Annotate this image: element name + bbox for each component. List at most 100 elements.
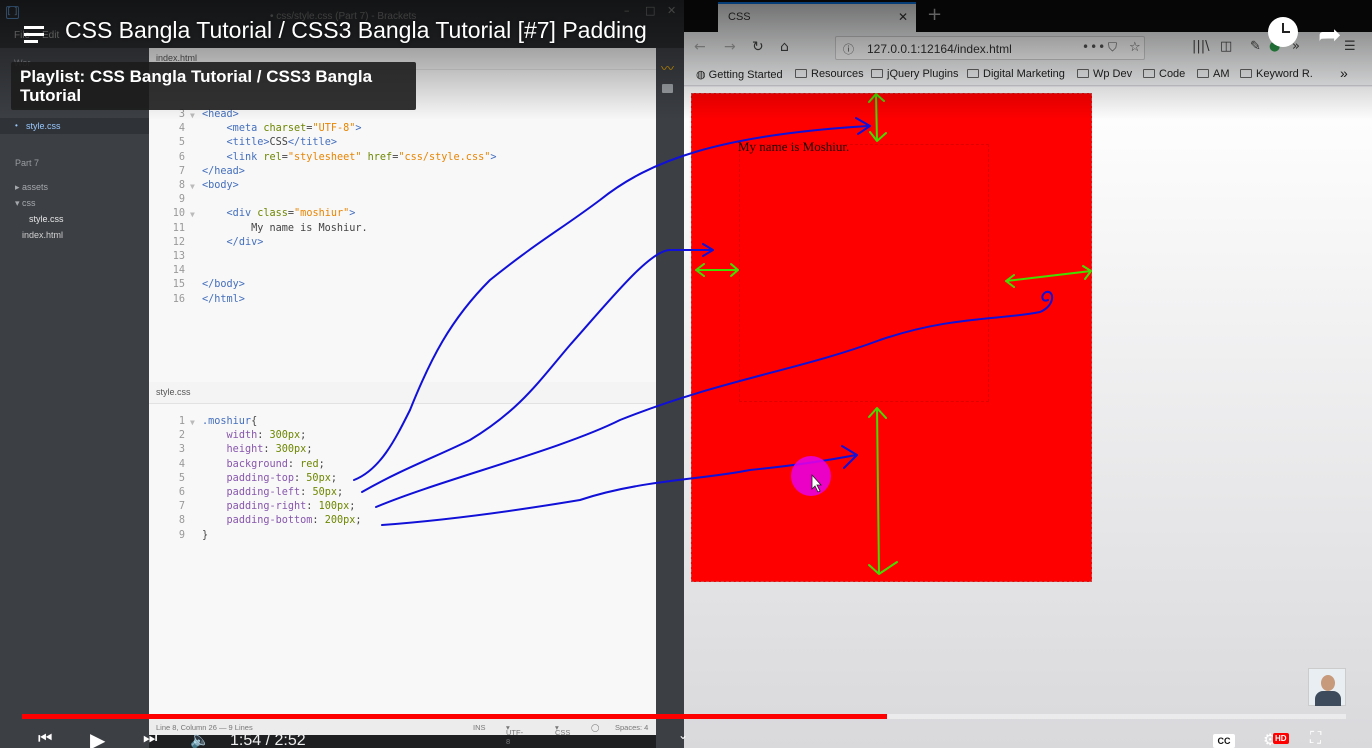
working-file-item[interactable]: • style.css bbox=[0, 118, 149, 134]
maximize-icon[interactable]: □ bbox=[645, 4, 655, 17]
minimize-icon[interactable]: – bbox=[624, 4, 630, 17]
tree-file-index-html[interactable]: index.html bbox=[22, 230, 63, 240]
code-line[interactable]: <link rel="stylesheet" href="css/style.c… bbox=[202, 151, 497, 165]
code-line[interactable]: <title>CSS</title> bbox=[202, 136, 337, 150]
volume-icon[interactable]: 🔈 bbox=[190, 730, 210, 748]
bookmark-code[interactable]: Code bbox=[1143, 68, 1185, 80]
bookmark-wp-dev[interactable]: Wp Dev bbox=[1077, 68, 1132, 80]
code-line[interactable]: padding-bottom: 200px; bbox=[202, 514, 362, 528]
folder-icon bbox=[1197, 69, 1209, 78]
more-bookmarks-icon[interactable]: » bbox=[1340, 65, 1348, 81]
forward-icon[interactable]: → bbox=[724, 39, 736, 55]
brackets-app-icon: [ ] bbox=[6, 6, 19, 19]
line-number: 9 bbox=[178, 194, 185, 206]
code-line[interactable]: </body> bbox=[202, 278, 245, 292]
page-viewport: My name is Moshiur. bbox=[684, 87, 1372, 748]
code-line[interactable]: .moshiur{ bbox=[202, 415, 257, 429]
progress-bar[interactable] bbox=[22, 714, 1346, 719]
fold-toggle-icon[interactable]: ▼ bbox=[190, 416, 195, 430]
code-line[interactable]: </html> bbox=[202, 293, 245, 307]
bookmark-am[interactable]: AM bbox=[1197, 68, 1230, 80]
code-line[interactable]: } bbox=[202, 529, 208, 543]
code-line[interactable]: My name is Moshiur. bbox=[202, 222, 368, 236]
bookmark-resources[interactable]: Resources bbox=[795, 68, 864, 80]
code-line[interactable]: <meta charset="UTF-8"> bbox=[202, 122, 362, 136]
line-number: 7 bbox=[178, 165, 185, 177]
pocket-icon[interactable]: ⛉ bbox=[1108, 40, 1117, 55]
bookmark-digital-marketing[interactable]: Digital Marketing bbox=[967, 68, 1065, 80]
video-title[interactable]: CSS Bangla Tutorial / CSS3 Bangla Tutori… bbox=[65, 17, 647, 44]
fold-toggle-icon[interactable]: ▼ bbox=[190, 109, 195, 123]
library-icon[interactable]: |||\ bbox=[1192, 39, 1210, 54]
back-icon[interactable]: ← bbox=[694, 39, 706, 55]
css-editor-pane[interactable]: style.css 1 ▼ .moshiur{2 width: 300px; 3 he… bbox=[149, 382, 656, 717]
hamburger-menu-icon[interactable]: ☰ bbox=[1344, 39, 1356, 54]
sidebar-icon[interactable]: ◫ bbox=[1220, 39, 1232, 54]
line-number: 4 bbox=[178, 458, 185, 470]
captions-button[interactable]: CC bbox=[1213, 734, 1235, 748]
next-icon[interactable]: ⏭ bbox=[143, 730, 157, 748]
live-preview-icon[interactable]: 〰 bbox=[661, 58, 674, 77]
bookmark-getting-started[interactable]: ◍ Getting Started bbox=[696, 68, 783, 81]
line-number: 11 bbox=[172, 222, 185, 234]
line-number: 14 bbox=[172, 265, 185, 277]
project-title[interactable]: Part 7 bbox=[15, 158, 39, 168]
previous-icon[interactable]: ⏮ bbox=[38, 730, 52, 748]
line-number: 10 bbox=[172, 208, 185, 220]
page-actions-icon[interactable]: ••• bbox=[1082, 40, 1106, 54]
line-number: 4 bbox=[178, 123, 185, 135]
bookmark-jquery-plugins[interactable]: jQuery Plugins bbox=[871, 68, 959, 80]
code-line[interactable]: background: red; bbox=[202, 458, 325, 472]
close-icon[interactable]: ✕ bbox=[667, 4, 676, 17]
channel-avatar[interactable] bbox=[1308, 668, 1346, 706]
url-text[interactable]: 127.0.0.1:12164/index.html bbox=[867, 42, 1012, 56]
fullscreen-icon[interactable]: ⛶ bbox=[1310, 730, 1321, 748]
code-line[interactable]: <head> bbox=[202, 108, 239, 122]
code-line[interactable]: </head> bbox=[202, 165, 245, 179]
folder-icon bbox=[795, 69, 807, 78]
moshiur-text: My name is Moshiur. bbox=[738, 139, 850, 154]
tree-folder-css[interactable]: ▾ css bbox=[15, 198, 36, 209]
folder-icon bbox=[967, 69, 979, 78]
code-line[interactable]: <body> bbox=[202, 179, 239, 193]
code-line[interactable]: <div class="moshiur"> bbox=[202, 207, 356, 221]
playlist-menu-icon[interactable] bbox=[24, 24, 50, 46]
reload-icon[interactable]: ↻ bbox=[752, 39, 764, 55]
code-line[interactable]: padding-top: 50px; bbox=[202, 472, 337, 486]
extension-manager-icon[interactable] bbox=[662, 84, 673, 93]
close-tab-icon[interactable]: ✕ bbox=[898, 10, 908, 24]
css-pane-filename: style.css bbox=[156, 387, 191, 397]
chevron-down-icon[interactable]: ⌄ bbox=[678, 728, 688, 742]
new-tab-icon[interactable]: + bbox=[927, 4, 942, 25]
bookmarks-toolbar: ◍ Getting Started Resources jQuery Plugi… bbox=[684, 64, 1372, 86]
home-icon[interactable]: ⌂ bbox=[780, 39, 789, 55]
watch-later-icon[interactable] bbox=[1268, 17, 1298, 47]
code-line[interactable]: padding-right: 100px; bbox=[202, 500, 356, 514]
fold-toggle-icon[interactable]: ▼ bbox=[190, 180, 195, 194]
line-number: 3 bbox=[178, 109, 185, 120]
code-line[interactable]: padding-left: 50px; bbox=[202, 486, 344, 500]
eyedropper-icon[interactable]: ✎ bbox=[1250, 39, 1261, 54]
line-number: 9 bbox=[178, 529, 185, 541]
code-line[interactable]: </div> bbox=[202, 236, 264, 250]
browser-tab[interactable]: CSS ✕ bbox=[718, 2, 916, 32]
progress-played bbox=[22, 714, 888, 719]
bookmark-star-icon[interactable]: ☆ bbox=[1129, 40, 1141, 55]
tree-file-style-css[interactable]: style.css bbox=[29, 214, 64, 224]
folder-icon bbox=[871, 69, 883, 78]
fold-toggle-icon[interactable]: ▼ bbox=[190, 208, 195, 222]
play-icon[interactable]: ▶ bbox=[90, 728, 105, 748]
code-line[interactable]: height: 300px; bbox=[202, 443, 313, 457]
moshiur-div: My name is Moshiur. bbox=[691, 93, 1092, 582]
site-info-icon[interactable]: ⓘ bbox=[843, 41, 854, 57]
bookmark-keyword-r[interactable]: Keyword R. bbox=[1240, 68, 1313, 80]
project-sidebar: Wor • style.css Part 7 ▸ assets ▾ css st… bbox=[0, 48, 149, 748]
playlist-panel[interactable]: Playlist: CSS Bangla Tutorial / CSS3 Ban… bbox=[11, 62, 416, 110]
tree-folder-assets[interactable]: ▸ assets bbox=[15, 182, 48, 193]
line-number: 6 bbox=[178, 151, 185, 163]
brackets-editor-window: [ ] • css/style.css (Part 7) - Brackets … bbox=[0, 0, 684, 748]
url-bar[interactable]: ⓘ 127.0.0.1:12164/index.html ••• ⛉ ☆ bbox=[835, 36, 1145, 60]
share-icon[interactable]: ➦ bbox=[1318, 18, 1341, 51]
line-number: 16 bbox=[172, 293, 185, 305]
code-line[interactable]: width: 300px; bbox=[202, 429, 307, 443]
